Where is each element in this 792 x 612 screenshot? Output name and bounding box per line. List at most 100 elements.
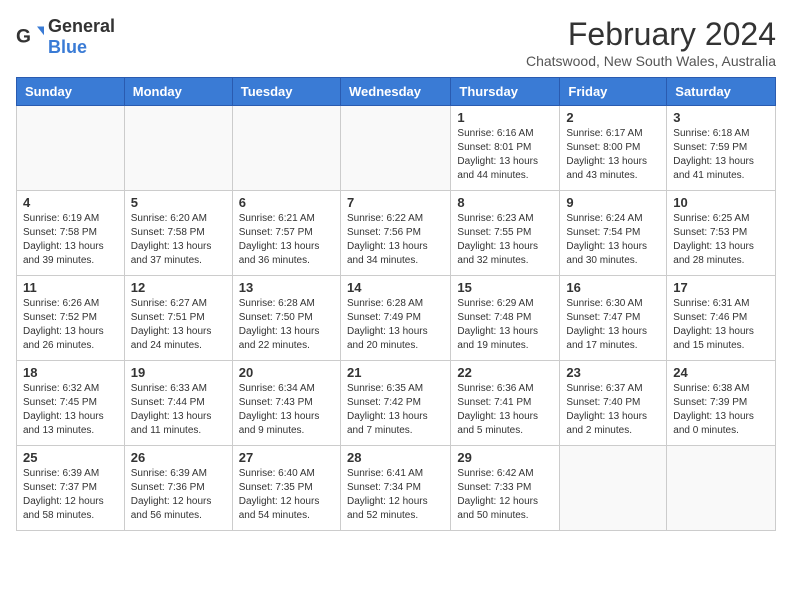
calendar-cell: 17 Sunrise: 6:31 AMSunset: 7:46 PMDayligh… [667, 276, 776, 361]
calendar-cell: 2 Sunrise: 6:17 AMSunset: 8:00 PMDaylight… [560, 106, 667, 191]
day-number: 9 [566, 195, 660, 210]
day-number: 26 [131, 450, 226, 465]
column-header-thursday: Thursday [451, 78, 560, 106]
calendar-cell: 23 Sunrise: 6:37 AMSunset: 7:40 PMDayligh… [560, 361, 667, 446]
calendar-cell: 20 Sunrise: 6:34 AMSunset: 7:43 PMDayligh… [232, 361, 340, 446]
day-info: Sunrise: 6:20 AMSunset: 7:58 PMDaylight:… [131, 212, 226, 268]
logo-blue: Blue [48, 37, 87, 57]
day-number: 29 [457, 450, 553, 465]
day-number: 11 [23, 280, 118, 295]
day-info: Sunrise: 6:22 AMSunset: 7:56 PMDaylight:… [347, 212, 444, 268]
calendar-cell: 12Sunrise: 6:27 AMSunset: 7:51 PMDayligh… [124, 276, 232, 361]
title-block: February 2024 Chatswood, New South Wales… [526, 16, 776, 69]
logo-general: General [48, 16, 115, 36]
calendar-cell: 14Sunrise: 6:28 AMSunset: 7:49 PMDayligh… [340, 276, 450, 361]
column-header-monday: Monday [124, 78, 232, 106]
calendar-header-row: SundayMondayTuesdayWednesdayThursdayFrid… [17, 78, 776, 106]
logo: G General Blue [16, 16, 115, 58]
day-number: 5 [131, 195, 226, 210]
day-info: Sunrise: 6:42 AMSunset: 7:33 PMDaylight:… [457, 467, 553, 523]
day-info: Sunrise: 6:30 AMSunset: 7:47 PMDaylight:… [566, 297, 660, 353]
day-number: 17 [673, 280, 769, 295]
calendar-cell: 5 Sunrise: 6:20 AMSunset: 7:58 PMDaylight… [124, 191, 232, 276]
day-info: Sunrise: 6:39 AMSunset: 7:37 PMDaylight:… [23, 467, 118, 523]
calendar-cell: 21 Sunrise: 6:35 AMSunset: 7:42 PMDayligh… [340, 361, 450, 446]
day-number: 19 [131, 365, 226, 380]
calendar-cell: 27Sunrise: 6:40 AMSunset: 7:35 PMDayligh… [232, 446, 340, 531]
calendar-cell: 6Sunrise: 6:21 AMSunset: 7:57 PMDaylight… [232, 191, 340, 276]
day-number: 7 [347, 195, 444, 210]
day-info: Sunrise: 6:18 AMSunset: 7:59 PMDaylight:… [673, 127, 769, 183]
day-info: Sunrise: 6:32 AMSunset: 7:45 PMDaylight:… [23, 382, 118, 438]
calendar-cell: 1Sunrise: 6:16 AMSunset: 8:01 PMDaylight… [451, 106, 560, 191]
day-info: Sunrise: 6:36 AMSunset: 7:41 PMDaylight:… [457, 382, 553, 438]
day-number: 20 [239, 365, 334, 380]
calendar-cell: 24Sunrise: 6:38 AMSunset: 7:39 PMDayligh… [667, 361, 776, 446]
day-number: 28 [347, 450, 444, 465]
calendar-cell: 16 Sunrise: 6:30 AMSunset: 7:47 PMDayligh… [560, 276, 667, 361]
calendar-cell: 13 Sunrise: 6:28 AMSunset: 7:50 PMDayligh… [232, 276, 340, 361]
column-header-tuesday: Tuesday [232, 78, 340, 106]
day-number: 21 [347, 365, 444, 380]
day-info: Sunrise: 6:38 AMSunset: 7:39 PMDaylight:… [673, 382, 769, 438]
calendar-cell [124, 106, 232, 191]
day-number: 4 [23, 195, 118, 210]
calendar-table: SundayMondayTuesdayWednesdayThursdayFrid… [16, 77, 776, 531]
column-header-saturday: Saturday [667, 78, 776, 106]
calendar-cell: 3 Sunrise: 6:18 AMSunset: 7:59 PMDaylight… [667, 106, 776, 191]
day-info: Sunrise: 6:33 AMSunset: 7:44 PMDaylight:… [131, 382, 226, 438]
day-info: Sunrise: 6:25 AMSunset: 7:53 PMDaylight:… [673, 212, 769, 268]
calendar-cell: 29 Sunrise: 6:42 AMSunset: 7:33 PMDayligh… [451, 446, 560, 531]
day-info: Sunrise: 6:24 AMSunset: 7:54 PMDaylight:… [566, 212, 660, 268]
calendar-cell: 15 Sunrise: 6:29 AMSunset: 7:48 PMDayligh… [451, 276, 560, 361]
svg-text:G: G [16, 26, 31, 47]
day-info: Sunrise: 6:26 AMSunset: 7:52 PMDaylight:… [23, 297, 118, 353]
day-number: 10 [673, 195, 769, 210]
calendar-cell: 22 Sunrise: 6:36 AMSunset: 7:41 PMDayligh… [451, 361, 560, 446]
day-number: 15 [457, 280, 553, 295]
calendar-cell: 25Sunrise: 6:39 AMSunset: 7:37 PMDayligh… [17, 446, 125, 531]
calendar-cell: 7 Sunrise: 6:22 AMSunset: 7:56 PMDaylight… [340, 191, 450, 276]
day-info: Sunrise: 6:34 AMSunset: 7:43 PMDaylight:… [239, 382, 334, 438]
day-number: 14 [347, 280, 444, 295]
week-row-3: 11 Sunrise: 6:26 AMSunset: 7:52 PMDayligh… [17, 276, 776, 361]
calendar-cell [17, 106, 125, 191]
calendar-cell: 18 Sunrise: 6:32 AMSunset: 7:45 PMDayligh… [17, 361, 125, 446]
day-info: Sunrise: 6:29 AMSunset: 7:48 PMDaylight:… [457, 297, 553, 353]
calendar-cell [560, 446, 667, 531]
subtitle: Chatswood, New South Wales, Australia [526, 53, 776, 69]
column-header-sunday: Sunday [17, 78, 125, 106]
calendar-cell: 28 Sunrise: 6:41 AMSunset: 7:34 PMDayligh… [340, 446, 450, 531]
week-row-1: 1Sunrise: 6:16 AMSunset: 8:01 PMDaylight… [17, 106, 776, 191]
day-number: 22 [457, 365, 553, 380]
calendar-cell: 9 Sunrise: 6:24 AMSunset: 7:54 PMDaylight… [560, 191, 667, 276]
day-number: 18 [23, 365, 118, 380]
day-number: 2 [566, 110, 660, 125]
column-header-wednesday: Wednesday [340, 78, 450, 106]
calendar-cell: 10 Sunrise: 6:25 AMSunset: 7:53 PMDayligh… [667, 191, 776, 276]
day-info: Sunrise: 6:41 AMSunset: 7:34 PMDaylight:… [347, 467, 444, 523]
day-number: 23 [566, 365, 660, 380]
day-number: 16 [566, 280, 660, 295]
day-info: Sunrise: 6:17 AMSunset: 8:00 PMDaylight:… [566, 127, 660, 183]
calendar-cell [232, 106, 340, 191]
day-info: Sunrise: 6:40 AMSunset: 7:35 PMDaylight:… [239, 467, 334, 523]
day-info: Sunrise: 6:28 AMSunset: 7:50 PMDaylight:… [239, 297, 334, 353]
week-row-4: 18 Sunrise: 6:32 AMSunset: 7:45 PMDayligh… [17, 361, 776, 446]
day-number: 3 [673, 110, 769, 125]
day-info: Sunrise: 6:16 AMSunset: 8:01 PMDaylight:… [457, 127, 553, 183]
calendar-cell [667, 446, 776, 531]
day-info: Sunrise: 6:19 AMSunset: 7:58 PMDaylight:… [23, 212, 118, 268]
calendar-cell [340, 106, 450, 191]
day-info: Sunrise: 6:35 AMSunset: 7:42 PMDaylight:… [347, 382, 444, 438]
day-number: 13 [239, 280, 334, 295]
day-info: Sunrise: 6:37 AMSunset: 7:40 PMDaylight:… [566, 382, 660, 438]
day-info: Sunrise: 6:21 AMSunset: 7:57 PMDaylight:… [239, 212, 334, 268]
day-info: Sunrise: 6:31 AMSunset: 7:46 PMDaylight:… [673, 297, 769, 353]
day-info: Sunrise: 6:39 AMSunset: 7:36 PMDaylight:… [131, 467, 226, 523]
day-info: Sunrise: 6:27 AMSunset: 7:51 PMDaylight:… [131, 297, 226, 353]
calendar-cell: 11 Sunrise: 6:26 AMSunset: 7:52 PMDayligh… [17, 276, 125, 361]
column-header-friday: Friday [560, 78, 667, 106]
day-info: Sunrise: 6:23 AMSunset: 7:55 PMDaylight:… [457, 212, 553, 268]
calendar-cell: 26 Sunrise: 6:39 AMSunset: 7:36 PMDayligh… [124, 446, 232, 531]
